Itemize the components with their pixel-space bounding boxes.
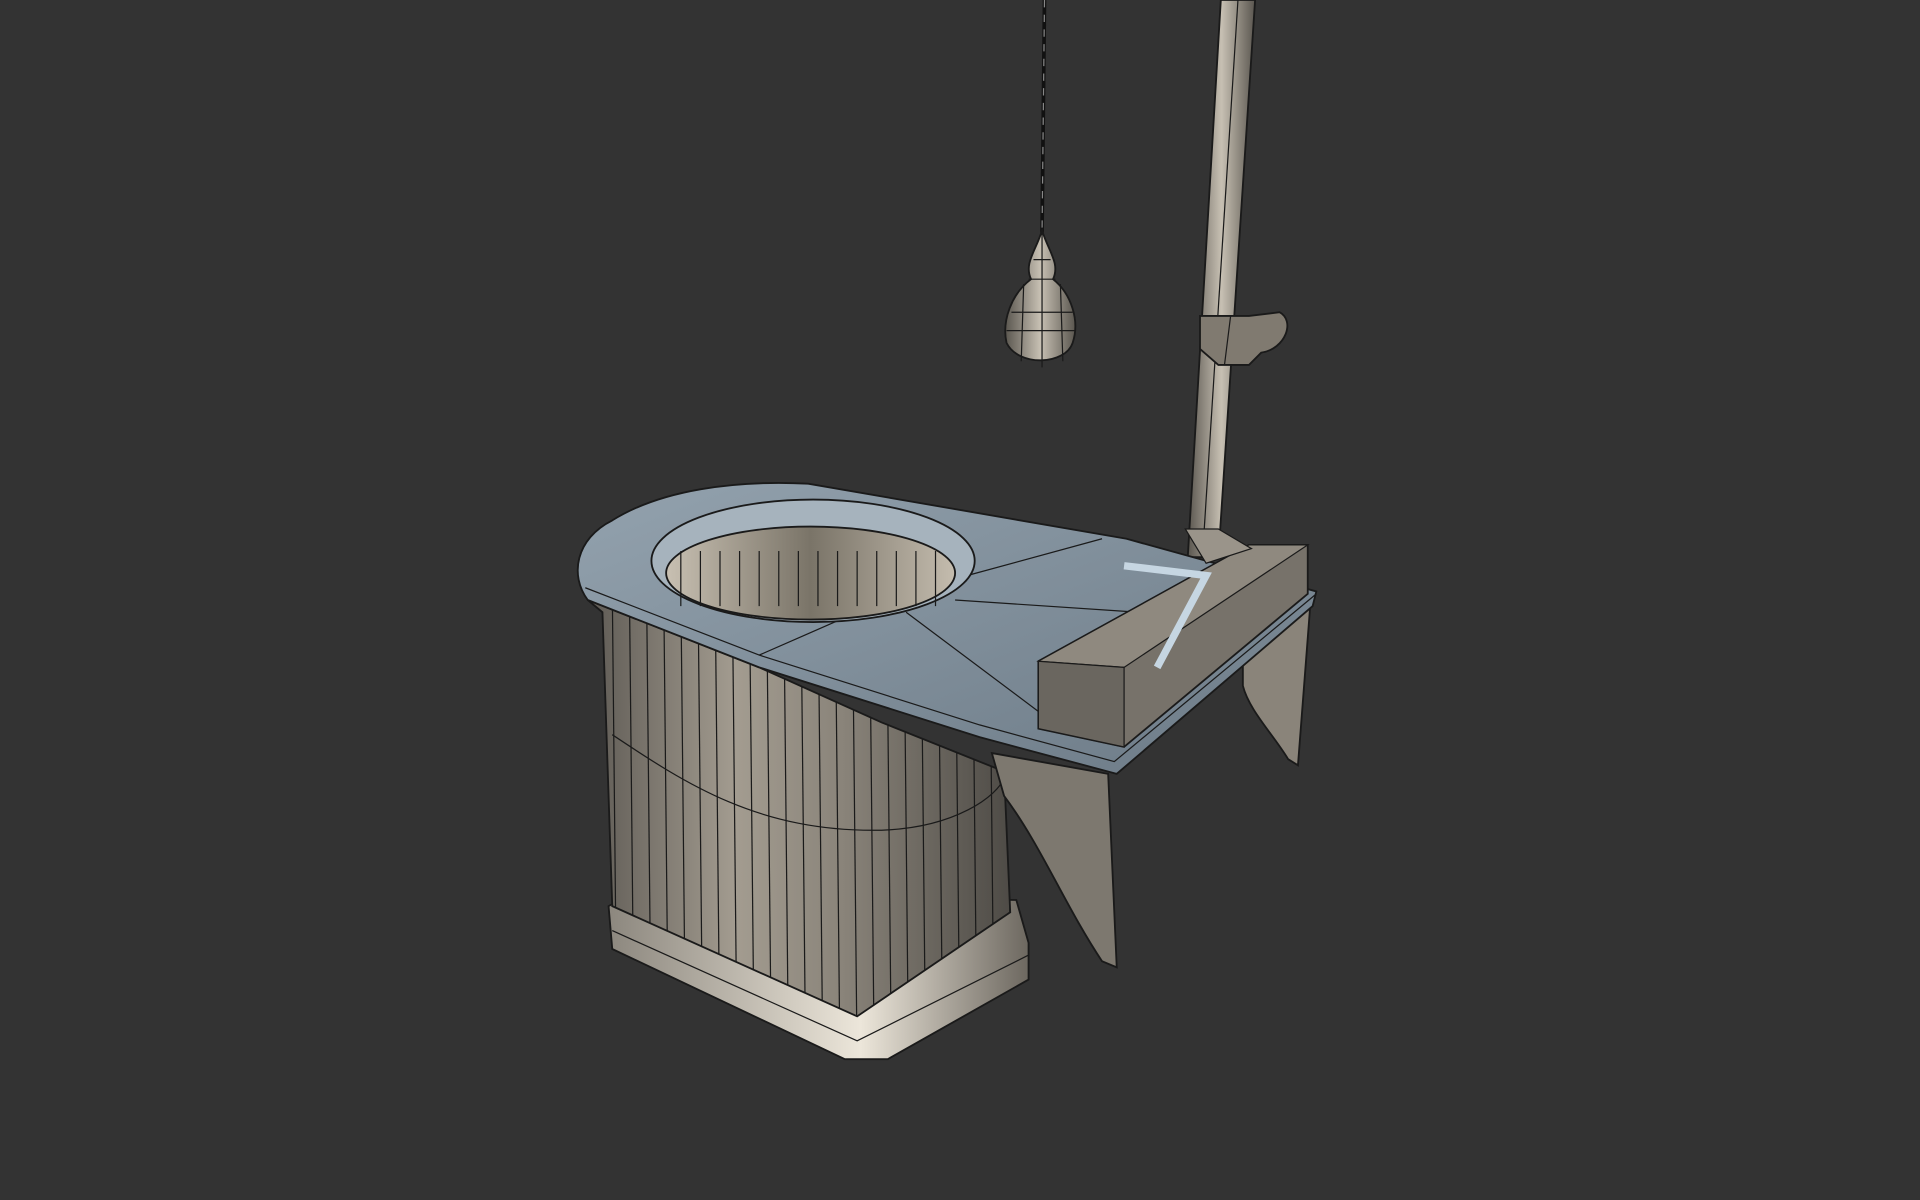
pipe-clip (1199, 311, 1289, 366)
3d-viewport[interactable] (0, 0, 1920, 1200)
pull-chain (1040, 0, 1047, 233)
chain-pendant-handle[interactable] (1004, 226, 1077, 368)
flush-pipe (1186, 0, 1257, 559)
bowl-opening[interactable] (650, 498, 976, 623)
toilet-model-render (576, 0, 1318, 1061)
